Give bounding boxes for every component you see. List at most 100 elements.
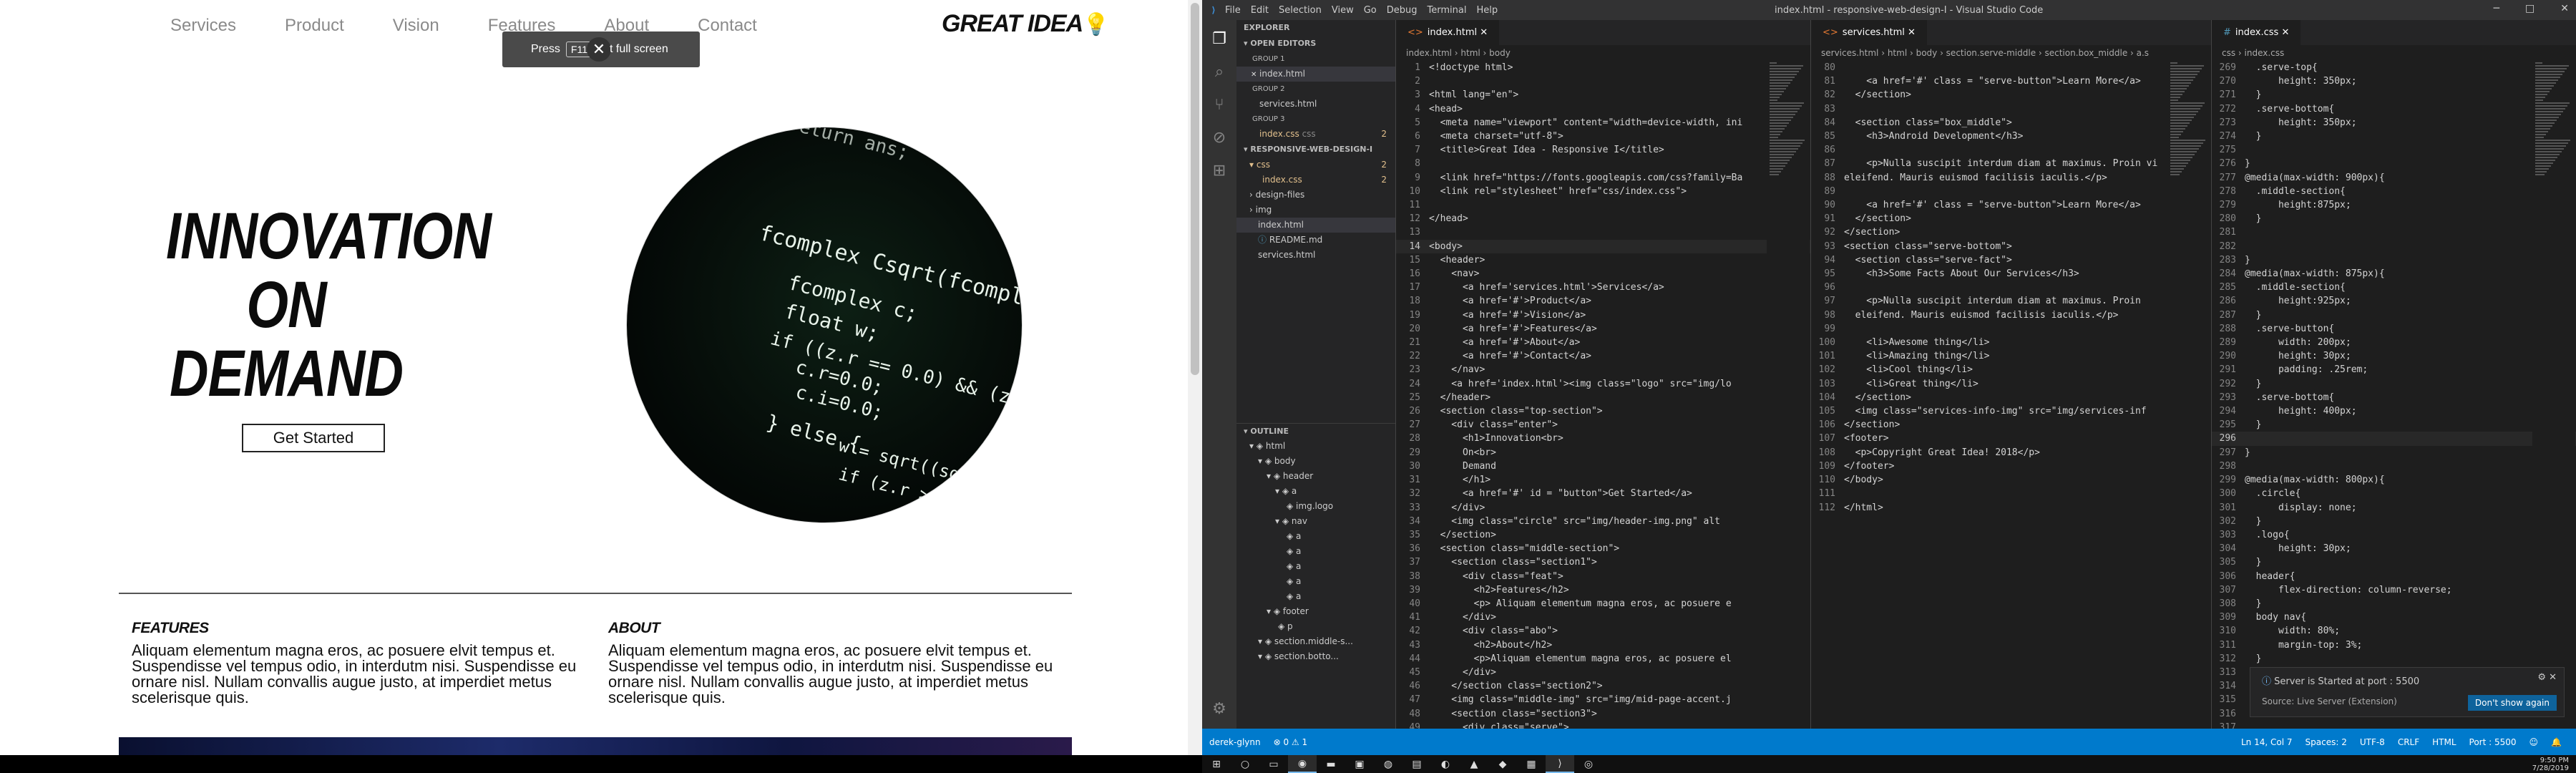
code-line[interactable]: 299 @media(max-width: 800px){ [2212, 473, 2576, 487]
scrollbar-thumb[interactable] [1191, 3, 1199, 375]
code-line[interactable]: 34 <img class="circle" src="img/header-i… [1396, 515, 1810, 528]
code-line[interactable]: 38 <div class="feat"> [1396, 570, 1810, 583]
outline-item[interactable]: ◈ a [1236, 544, 1395, 559]
code-line[interactable]: 48 <section class="section3"> [1396, 707, 1810, 721]
code-line[interactable]: 111 [1811, 487, 2211, 500]
code-line[interactable]: 10 <link rel="stylesheet" href="css/inde… [1396, 185, 1810, 198]
code-line[interactable]: 46 </section class="section2"> [1396, 679, 1810, 693]
code-line[interactable]: 307 flex-direction: column-reverse; [2212, 583, 2576, 597]
outline-item[interactable]: ▾ ◈ html [1236, 439, 1395, 454]
code-line[interactable]: 103 <li>Great thing</li> [1811, 377, 2211, 391]
code-line[interactable]: 269 .serve-top{ [2212, 61, 2576, 74]
code-line[interactable]: 108 <p>Copyright Great Idea! 2018</p> [1811, 446, 2211, 460]
code-line[interactable]: 301 display: none; [2212, 501, 2576, 515]
menu-edit[interactable]: Edit [1251, 5, 1269, 16]
debug-icon[interactable]: ⊘ [1202, 122, 1236, 153]
code-line[interactable]: 297} [2212, 446, 2576, 460]
code-line[interactable]: 20 <a href='#'>Features</a> [1396, 322, 1810, 336]
tree-file-index-html[interactable]: index.html [1236, 218, 1395, 233]
code-line[interactable]: 272 .serve-bottom{ [2212, 102, 2576, 116]
code-line[interactable]: 279 height:875px; [2212, 198, 2576, 212]
close-icon[interactable]: ✕ [587, 37, 611, 62]
open-editor-item[interactable]: ✕ index.html [1236, 67, 1395, 82]
code-view[interactable]: 80 81 <a href='#' class = "serve-button">… [1811, 61, 2211, 515]
code-line[interactable]: 15 <header> [1396, 253, 1810, 267]
outline-item[interactable]: ◈ a [1236, 529, 1395, 544]
code-line[interactable]: 30 Demand [1396, 460, 1810, 473]
outline-item[interactable]: ▾ ◈ a [1236, 484, 1395, 499]
code-line[interactable]: 303 .logo{ [2212, 528, 2576, 542]
code-line[interactable]: 83 [1811, 102, 2211, 116]
code-line[interactable]: 31 </h1> [1396, 473, 1810, 487]
code-line[interactable]: 35 </section> [1396, 528, 1810, 542]
code-line[interactable]: 13 [1396, 225, 1810, 239]
code-line[interactable]: 290 height: 30px; [2212, 349, 2576, 363]
code-line[interactable]: 281 [2212, 225, 2576, 239]
code-line[interactable]: 105 <img class="services-info-img" src="… [1811, 404, 2211, 418]
code-line[interactable]: 80 [1811, 61, 2211, 74]
code-line[interactable]: 28 <h1>Innovation<br> [1396, 432, 1810, 445]
notes-icon[interactable]: ▤ [1402, 755, 1431, 773]
steam-icon[interactable]: ◍ [1374, 755, 1402, 773]
code-line[interactable]: 298 [2212, 460, 2576, 473]
tree-file-readme[interactable]: ⓘ README.md [1236, 233, 1395, 248]
code-line[interactable]: 21 <a href='#'>About</a> [1396, 336, 1810, 349]
code-line[interactable]: 104 </section> [1811, 391, 2211, 404]
code-line[interactable]: 98 eleifend. Mauris euismod facilisis ia… [1811, 308, 2211, 322]
app-icon[interactable]: ◐ [1431, 755, 1460, 773]
code-line[interactable]: 95 <h3>Some Facts About Our Services</h3… [1811, 267, 2211, 281]
status-cursor[interactable]: Ln 14, Col 7 [2241, 737, 2293, 747]
code-line[interactable]: 8 [1396, 157, 1810, 170]
system-clock[interactable]: 9:50 PM 7/28/2019 [2532, 757, 2569, 772]
status-live-server[interactable]: Port : 5500 [2469, 737, 2517, 747]
code-line[interactable]: 96 [1811, 281, 2211, 294]
code-line[interactable]: 300 .circle{ [2212, 487, 2576, 500]
code-line[interactable]: 87 <p>Nulla suscipit interdum diam at ma… [1811, 157, 2211, 170]
code-line[interactable]: 110 </body> [1811, 473, 2211, 487]
outline-item[interactable]: ◈ a [1236, 574, 1395, 589]
code-line[interactable]: 92 </section> [1811, 225, 2211, 239]
tree-folder-css[interactable]: ▾ css 2 [1236, 157, 1395, 172]
code-line[interactable]: 97 <p>Nulla suscipit interdum diam at ma… [1811, 294, 2211, 308]
site-logo[interactable]: GREAT IDEA💡 [942, 10, 1110, 38]
code-line[interactable]: 112 </html> [1811, 501, 2211, 515]
outline-item[interactable]: ▾ ◈ body [1236, 454, 1395, 469]
menu-view[interactable]: View [1332, 5, 1354, 16]
code-line[interactable]: 308 } [2212, 597, 2576, 611]
code-line[interactable]: 295 } [2212, 418, 2576, 432]
browser-scrollbar[interactable] [1188, 0, 1202, 755]
code-line[interactable]: 302 } [2212, 515, 2576, 528]
code-view[interactable]: 269 .serve-top{270 height: 350px; 271 } 27… [2212, 61, 2576, 729]
outline-item[interactable]: ▾ ◈ header [1236, 469, 1395, 484]
outline-item[interactable]: ▾ ◈ footer [1236, 604, 1395, 619]
code-line[interactable]: 26 <section class="top-section"> [1396, 404, 1810, 418]
code-line[interactable]: 304 height: 30px; [2212, 542, 2576, 555]
dont-show-again-button[interactable]: Don't show again [2467, 695, 2557, 711]
code-line[interactable]: 22 <a href='#'>Contact</a> [1396, 349, 1810, 363]
outline-item[interactable]: ◈ a [1236, 589, 1395, 604]
code-line[interactable]: 32 <a href='#' id = "button">Get Started… [1396, 487, 1810, 500]
code-line[interactable]: 2 [1396, 74, 1810, 88]
outline-header[interactable]: ▾ OUTLINE [1236, 423, 1395, 439]
code-line[interactable]: 36 <section class="middle-section"> [1396, 542, 1810, 555]
code-line[interactable]: 280 } [2212, 212, 2576, 225]
smiley-icon[interactable]: ☺ [2529, 737, 2539, 747]
outline-item[interactable]: ▾ ◈ section.middle-s... [1236, 634, 1395, 649]
code-line[interactable]: 25 </header> [1396, 391, 1810, 404]
code-line[interactable]: 19 <a href='#'>Vision</a> [1396, 308, 1810, 322]
outline-item[interactable]: ▾ ◈ nav [1236, 514, 1395, 529]
close-window-icon[interactable]: ✕ [2560, 3, 2569, 14]
file-explorer-icon[interactable]: ▬ [1317, 755, 1345, 773]
code-line[interactable]: 277 @media(max-width: 900px){ [2212, 171, 2576, 185]
code-line[interactable]: 88 eleifend. Mauris euismod facilisis iac… [1811, 171, 2211, 185]
store-icon[interactable]: ▣ [1345, 755, 1374, 773]
code-line[interactable]: 93 <section class="serve-bottom"> [1811, 240, 2211, 253]
tab-index-html[interactable]: <> index.html ✕ [1396, 20, 1500, 45]
search-icon[interactable]: ○ [1231, 755, 1259, 773]
code-line[interactable]: 106 </section> [1811, 418, 2211, 432]
code-line[interactable]: 16 <nav> [1396, 267, 1810, 281]
status-language[interactable]: HTML [2432, 737, 2456, 747]
code-line[interactable]: 45 </div> [1396, 666, 1810, 679]
code-line[interactable]: 288 .serve-button{ [2212, 322, 2576, 336]
tree-folder-img[interactable]: › img [1236, 203, 1395, 218]
